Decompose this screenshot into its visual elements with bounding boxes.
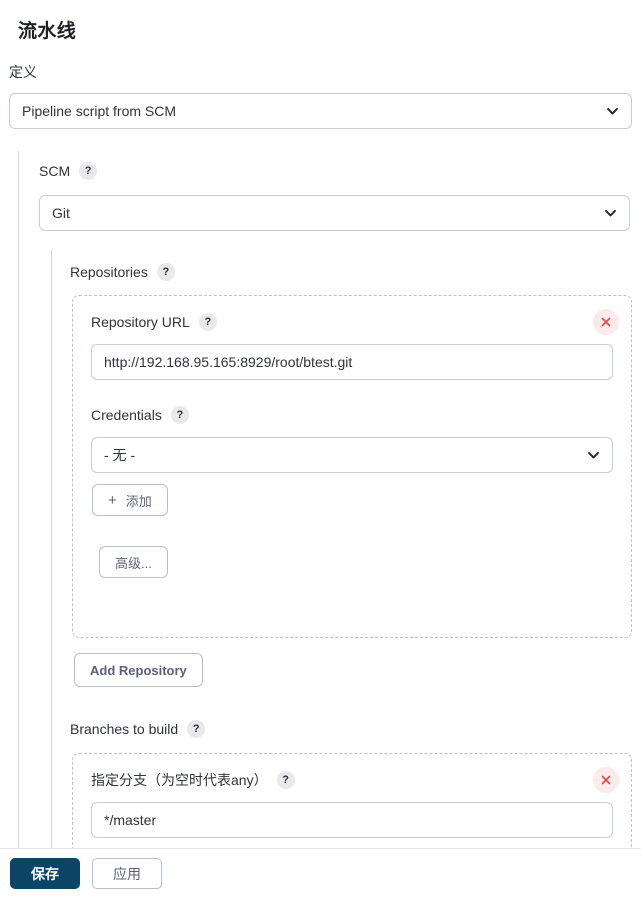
apply-button[interactable]: 应用	[92, 858, 162, 889]
close-icon	[601, 317, 611, 327]
branch-specifier-help-icon[interactable]: ?	[276, 771, 295, 790]
branches-to-build-label-text: Branches to build	[70, 721, 179, 737]
credentials-select-value: - 无 -	[104, 447, 136, 463]
repository-entry-block: Repository URL ? http://192.168.95.165:8…	[72, 295, 632, 638]
definition-label-text: 定义	[9, 64, 37, 80]
branch-specifier-input[interactable]: */master	[91, 802, 613, 838]
delete-repository-button[interactable]	[593, 309, 619, 335]
save-button[interactable]: 保存	[10, 858, 80, 889]
branch-specifier-label-text: 指定分支（为空时代表any）	[91, 772, 268, 788]
definition-select[interactable]: Pipeline script from SCM	[9, 93, 632, 129]
chevron-down-icon	[606, 105, 619, 118]
credentials-help-icon[interactable]: ?	[170, 406, 189, 425]
branch-entry-block: 指定分支（为空时代表any） ? */master	[72, 753, 632, 848]
close-icon	[601, 775, 611, 785]
branches-to-build-help-icon[interactable]: ?	[187, 720, 206, 739]
scm-help-icon[interactable]: ?	[79, 162, 98, 181]
add-credentials-label: 添加	[125, 493, 152, 509]
repositories-help-icon[interactable]: ?	[156, 263, 175, 282]
add-credentials-button[interactable]: + 添加	[92, 484, 168, 516]
save-button-label: 保存	[31, 865, 59, 882]
form-action-bar: 保存 应用	[0, 848, 641, 898]
repository-url-label: Repository URL ?	[91, 313, 217, 332]
credentials-select[interactable]: - 无 -	[91, 437, 613, 473]
scm-label: SCM ?	[39, 162, 98, 181]
credentials-label: Credentials ?	[91, 406, 189, 425]
branches-to-build-label: Branches to build ?	[70, 720, 206, 739]
add-repository-label: Add Repository	[90, 662, 187, 678]
repositories-label: Repositories ?	[70, 263, 175, 282]
scm-select[interactable]: Git	[39, 195, 630, 231]
branch-specifier-label: 指定分支（为空时代表any） ?	[91, 771, 295, 790]
apply-button-label: 应用	[113, 865, 141, 882]
definition-label: 定义	[9, 63, 37, 81]
scm-select-value: Git	[52, 205, 70, 221]
repositories-label-text: Repositories	[70, 264, 148, 280]
credentials-label-text: Credentials	[91, 407, 162, 423]
pipeline-config-panel: 流水线 定义 Pipeline script from SCM SCM ? Gi…	[0, 0, 641, 848]
advanced-label: 高级...	[115, 555, 152, 571]
scm-label-text: SCM	[39, 163, 71, 179]
chevron-down-icon	[604, 207, 617, 220]
chevron-down-icon	[587, 449, 600, 462]
repository-url-label-text: Repository URL	[91, 314, 190, 330]
advanced-button[interactable]: 高级...	[99, 546, 168, 578]
delete-branch-button[interactable]	[593, 767, 619, 793]
add-repository-button[interactable]: Add Repository	[74, 653, 203, 687]
plus-icon: +	[108, 491, 117, 509]
definition-select-value: Pipeline script from SCM	[22, 103, 177, 119]
git-details-guide: Repositories ? Repository URL ? http://1…	[51, 250, 634, 848]
page-title: 流水线	[18, 21, 77, 42]
repository-url-input[interactable]: http://192.168.95.165:8929/root/btest.gi…	[91, 344, 613, 380]
repository-url-help-icon[interactable]: ?	[198, 313, 217, 332]
scm-group-guide: SCM ? Git Repositories ? Repository URL …	[18, 151, 633, 848]
